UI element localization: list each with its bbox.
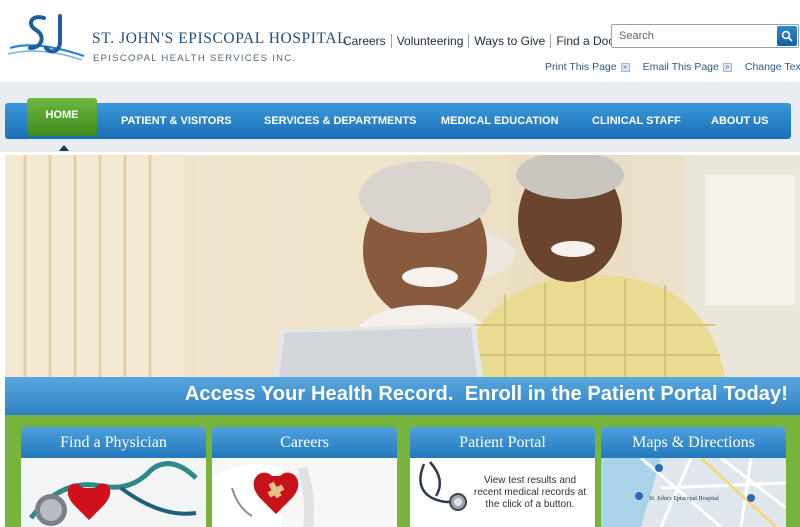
nav-services-departments[interactable]: SERVICES & DEPARTMENTS <box>264 103 416 139</box>
search-button[interactable] <box>777 26 797 46</box>
top-link-ways-to-give[interactable]: Ways to Give <box>469 34 552 48</box>
change-text-size-label: Change Text Size <box>744 61 800 73</box>
email-page-link[interactable]: Email This Page» <box>643 61 732 73</box>
search-input[interactable] <box>612 25 776 47</box>
search-box <box>611 24 799 48</box>
logo-icon[interactable] <box>6 10 86 66</box>
card-title: Maps & Directions <box>601 427 786 458</box>
email-page-label: Email This Page <box>642 61 719 73</box>
search-icon <box>781 30 793 42</box>
brand-subtitle: Episcopal Health Services Inc. <box>93 53 297 64</box>
site-header: St. John's Episcopal Hospital Episcopal … <box>0 0 800 82</box>
card-title: Find a Physician <box>21 427 206 458</box>
nav-clinical-staff[interactable]: CLINICAL STAFF <box>592 103 681 139</box>
map-label: St. John's Episcopal Hospital <box>649 496 719 502</box>
arrow-icon: » <box>722 62 732 72</box>
active-caret-icon <box>59 145 69 151</box>
hero-photo <box>5 155 800 377</box>
card-careers[interactable]: Careers <box>212 427 397 527</box>
banner-text: Access Your Health Record. Enroll in the… <box>184 383 788 405</box>
nav-about-us[interactable]: ABOUT US <box>711 103 768 139</box>
utility-links: Print This Page» Email This Page» Change… <box>545 61 800 73</box>
card-title: Patient Portal <box>410 427 595 458</box>
brand-name: St. John's Episcopal Hospital <box>92 30 348 47</box>
card-image: View test results and recent medical rec… <box>410 458 595 527</box>
print-page-label: Print This Page <box>545 61 617 73</box>
card-description: View test results and recent medical rec… <box>473 475 587 510</box>
card-maps-directions[interactable]: Maps & Directions St. John's Episcopal H… <box>601 427 786 527</box>
card-title: Careers <box>212 427 397 458</box>
nav-medical-education[interactable]: MEDICAL EDUCATION <box>441 103 559 139</box>
doctor-heart-icon <box>212 458 397 527</box>
promo-row: Find a Physician Careers Patient Portal … <box>5 415 800 527</box>
change-text-size-link[interactable]: Change Text Size» <box>745 61 800 73</box>
top-links: Careers Volunteering Ways to Give Find a… <box>338 34 633 48</box>
top-link-volunteering[interactable]: Volunteering <box>392 34 470 48</box>
card-find-a-physician[interactable]: Find a Physician <box>21 427 206 527</box>
nav-patient-visitors[interactable]: PATIENT & VISITORS <box>121 103 232 139</box>
hero-image <box>5 155 800 377</box>
page: St. John's Episcopal Hospital Episcopal … <box>0 0 800 527</box>
arrow-icon: » <box>620 62 630 72</box>
card-patient-portal[interactable]: Patient Portal View test results and rec… <box>410 427 595 527</box>
nav-wrapper: HOME PATIENT & VISITORS SERVICES & DEPAR… <box>0 82 800 152</box>
card-image <box>212 458 397 527</box>
card-image: St. John's Episcopal Hospital <box>601 458 786 527</box>
patient-portal-banner[interactable]: Access Your Health Record. Enroll in the… <box>5 377 800 415</box>
map-icon: St. John's Episcopal Hospital <box>601 458 786 527</box>
top-link-careers[interactable]: Careers <box>338 34 392 48</box>
stethoscope-icon <box>419 461 467 511</box>
print-page-link[interactable]: Print This Page» <box>545 61 630 73</box>
card-image <box>21 458 206 527</box>
stethoscope-heart-icon <box>21 458 206 527</box>
nav-home[interactable]: HOME <box>27 98 97 136</box>
main-nav: HOME PATIENT & VISITORS SERVICES & DEPAR… <box>5 98 791 151</box>
